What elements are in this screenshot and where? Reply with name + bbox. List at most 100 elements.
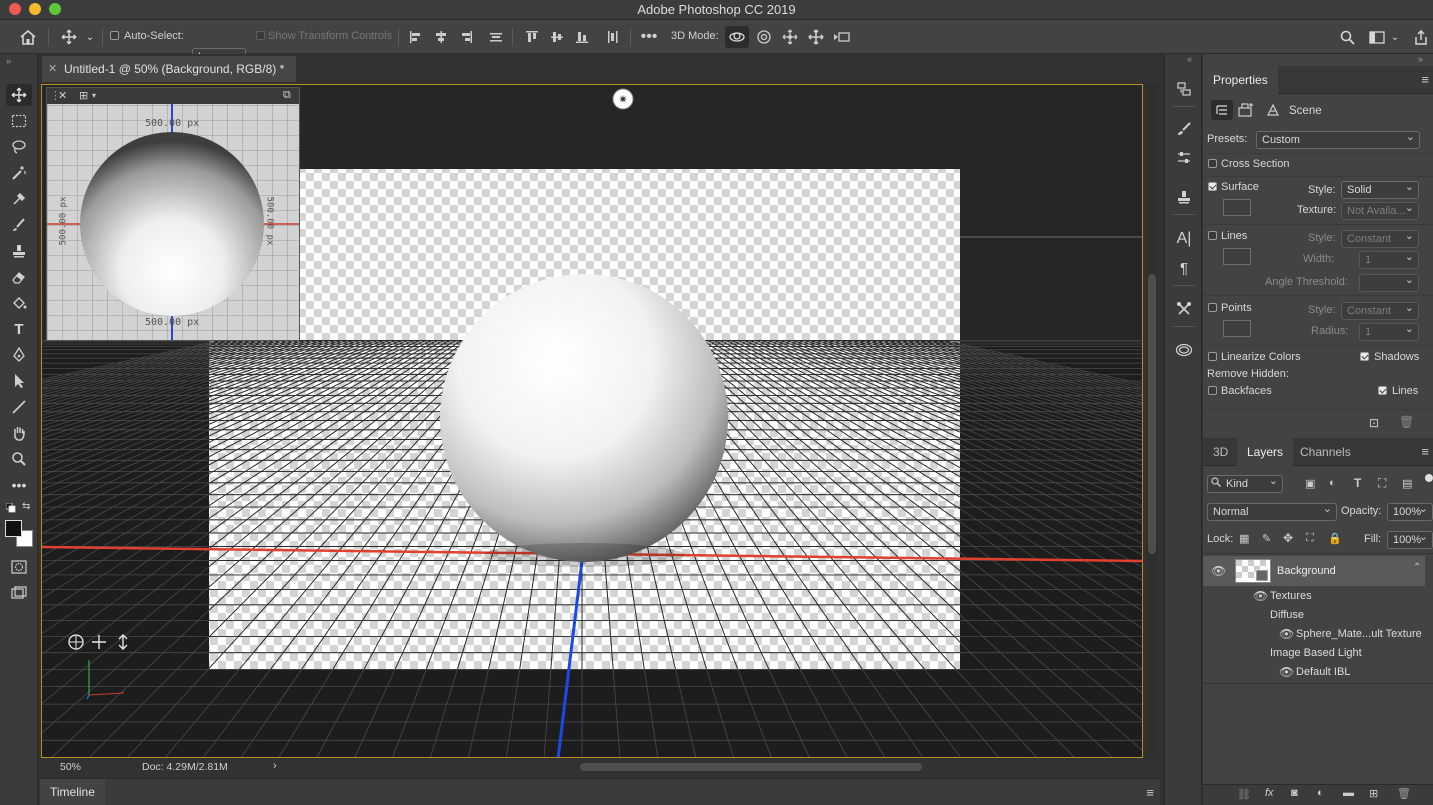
collapse-icon[interactable]: «: [1187, 54, 1192, 64]
layer-style-icon[interactable]: fx: [1265, 787, 1274, 799]
points-checkbox[interactable]: [1208, 302, 1217, 314]
panel-menu-icon[interactable]: ≡: [1421, 72, 1429, 87]
filter-toggle[interactable]: [1425, 474, 1433, 482]
magic-wand-tool-icon[interactable]: [6, 162, 32, 184]
tab-layers[interactable]: Layers: [1237, 438, 1294, 466]
scrollbar-thumb[interactable]: [1148, 274, 1156, 554]
eraser-tool-icon[interactable]: [6, 266, 32, 288]
lock-all-icon[interactable]: 🔒: [1328, 532, 1342, 545]
foreground-color-swatch[interactable]: [5, 520, 22, 537]
align-middle-icon[interactable]: [547, 26, 567, 48]
angle-threshold-input[interactable]: [1359, 274, 1419, 292]
link-layers-icon[interactable]: ⛓: [1237, 788, 1251, 801]
linearize-colors-checkbox[interactable]: [1208, 351, 1217, 363]
swap-view-icon[interactable]: ⧉: [283, 89, 291, 102]
chevron-down-icon[interactable]: ▾: [92, 91, 96, 100]
close-icon[interactable]: ✕: [48, 56, 57, 82]
expand-panel-icon[interactable]: »: [6, 56, 11, 66]
canvas-horizontal-scrollbar[interactable]: [580, 763, 922, 771]
visibility-eye-icon[interactable]: 👁: [1279, 627, 1294, 641]
shadows-checkbox[interactable]: [1360, 351, 1369, 363]
move-tool-icon[interactable]: [6, 84, 32, 106]
lasso-tool-icon[interactable]: [6, 136, 32, 158]
brush-tool-icon[interactable]: [6, 214, 32, 236]
align-top-icon[interactable]: [522, 26, 542, 48]
remove-hidden-lines-checkbox[interactable]: [1378, 385, 1387, 397]
add-mask-icon[interactable]: ◙: [1291, 787, 1298, 799]
align-center-horizontal-icon[interactable]: [431, 26, 451, 48]
filter-shape-icon[interactable]: ⛶: [1378, 476, 1386, 491]
filter-adjustment-icon[interactable]: ◐: [1329, 477, 1336, 489]
secondary-view-panel[interactable]: ⋮ ✕ ⊞ ▾ ⧉ 500.00 px 500.00 px 500.00 px …: [46, 87, 300, 341]
scale-3d-icon[interactable]: [831, 26, 853, 48]
workspace-icon[interactable]: [1366, 26, 1388, 48]
quick-mask-icon[interactable]: [6, 556, 32, 578]
lock-artboard-icon[interactable]: ⛶: [1306, 532, 1314, 545]
panel-menu-icon[interactable]: ≡: [1421, 444, 1429, 459]
tab-channels[interactable]: Channels: [1290, 438, 1361, 466]
collapse-icon[interactable]: »: [1418, 54, 1423, 64]
libraries-icon[interactable]: [1172, 339, 1196, 361]
share-icon[interactable]: [1410, 26, 1432, 48]
adjustment-layer-icon[interactable]: ◐: [1317, 787, 1324, 799]
layer-row-sphere-material[interactable]: 👁 Sphere_Mate...ult Texture: [1203, 625, 1425, 644]
lines-color-swatch[interactable]: [1223, 248, 1251, 265]
default-colors-icon[interactable]: [5, 502, 16, 513]
chevron-right-icon[interactable]: ›: [273, 760, 277, 772]
distribute-vertical-icon[interactable]: [603, 26, 623, 48]
blend-mode-dropdown[interactable]: Normal: [1207, 503, 1337, 521]
path-selection-tool-icon[interactable]: [6, 370, 32, 392]
canvas-vertical-scrollbar[interactable]: [1146, 84, 1158, 758]
tools-settings-icon[interactable]: [1172, 298, 1196, 320]
eyedropper-tool-icon[interactable]: [6, 188, 32, 210]
chevron-down-icon[interactable]: ⌄: [84, 26, 96, 48]
filter-pixel-icon[interactable]: ▣: [1305, 477, 1315, 490]
points-color-swatch[interactable]: [1223, 320, 1251, 337]
opacity-input[interactable]: 100%: [1387, 503, 1433, 521]
surface-style-dropdown[interactable]: Solid: [1341, 181, 1419, 199]
adjustments-icon[interactable]: [1172, 147, 1196, 169]
more-tools-icon[interactable]: •••: [6, 474, 32, 496]
visibility-eye-icon[interactable]: 👁: [1253, 589, 1268, 603]
close-icon[interactable]: ✕: [58, 89, 67, 102]
view-select-icon[interactable]: ⊞: [79, 89, 88, 102]
zoom-level[interactable]: 50%: [60, 761, 81, 773]
home-icon[interactable]: [16, 26, 40, 48]
pan-3d-icon[interactable]: [779, 26, 801, 48]
paragraph-icon[interactable]: ¶: [1172, 257, 1196, 279]
move-tool-icon[interactable]: [58, 26, 80, 48]
character-icon[interactable]: A|: [1172, 228, 1196, 250]
render-settings-icon[interactable]: [1237, 102, 1255, 121]
lock-image-icon[interactable]: ✎: [1262, 532, 1271, 545]
chevron-down-icon[interactable]: ⌄: [1389, 26, 1401, 48]
lock-transparent-icon[interactable]: ▦: [1239, 532, 1249, 545]
zoom-tool-icon[interactable]: [6, 448, 32, 470]
texture-dropdown[interactable]: Not Availa...: [1341, 202, 1419, 220]
delete-layer-icon[interactable]: 🗑: [1397, 787, 1411, 800]
layer-row-background[interactable]: 👁 Background ⌃: [1203, 556, 1425, 586]
history-icon[interactable]: [1172, 78, 1196, 100]
layer-row-image-based-light[interactable]: Image Based Light: [1203, 644, 1425, 663]
cross-section-checkbox[interactable]: [1208, 158, 1217, 170]
backfaces-checkbox[interactable]: [1208, 385, 1217, 397]
roll-3d-icon[interactable]: [753, 26, 775, 48]
timeline-tab[interactable]: Timeline: [40, 779, 105, 805]
align-right-icon[interactable]: [456, 26, 476, 48]
lines-style-dropdown[interactable]: Constant: [1341, 230, 1419, 248]
layer-row-textures[interactable]: 👁 Textures: [1203, 587, 1425, 606]
chevron-up-icon[interactable]: ⌃: [1413, 562, 1421, 573]
layer-row-diffuse[interactable]: Diffuse: [1203, 606, 1425, 625]
align-bottom-icon[interactable]: [572, 26, 592, 48]
tab-3d[interactable]: 3D: [1203, 438, 1238, 466]
paint-bucket-tool-icon[interactable]: [6, 292, 32, 314]
more-options-icon[interactable]: •••: [638, 26, 660, 48]
hand-tool-icon[interactable]: [6, 422, 32, 444]
width-input[interactable]: 1: [1359, 251, 1419, 269]
line-tool-icon[interactable]: [6, 396, 32, 418]
layer-row-default-ibl[interactable]: 👁 Default IBL: [1203, 663, 1425, 682]
auto-select-checkbox[interactable]: [110, 30, 119, 42]
align-left-icon[interactable]: [406, 26, 426, 48]
filter-smart-object-icon[interactable]: ▤: [1402, 477, 1412, 490]
radius-input[interactable]: 1: [1359, 323, 1419, 341]
delete-icon[interactable]: 🗑: [1399, 415, 1414, 429]
